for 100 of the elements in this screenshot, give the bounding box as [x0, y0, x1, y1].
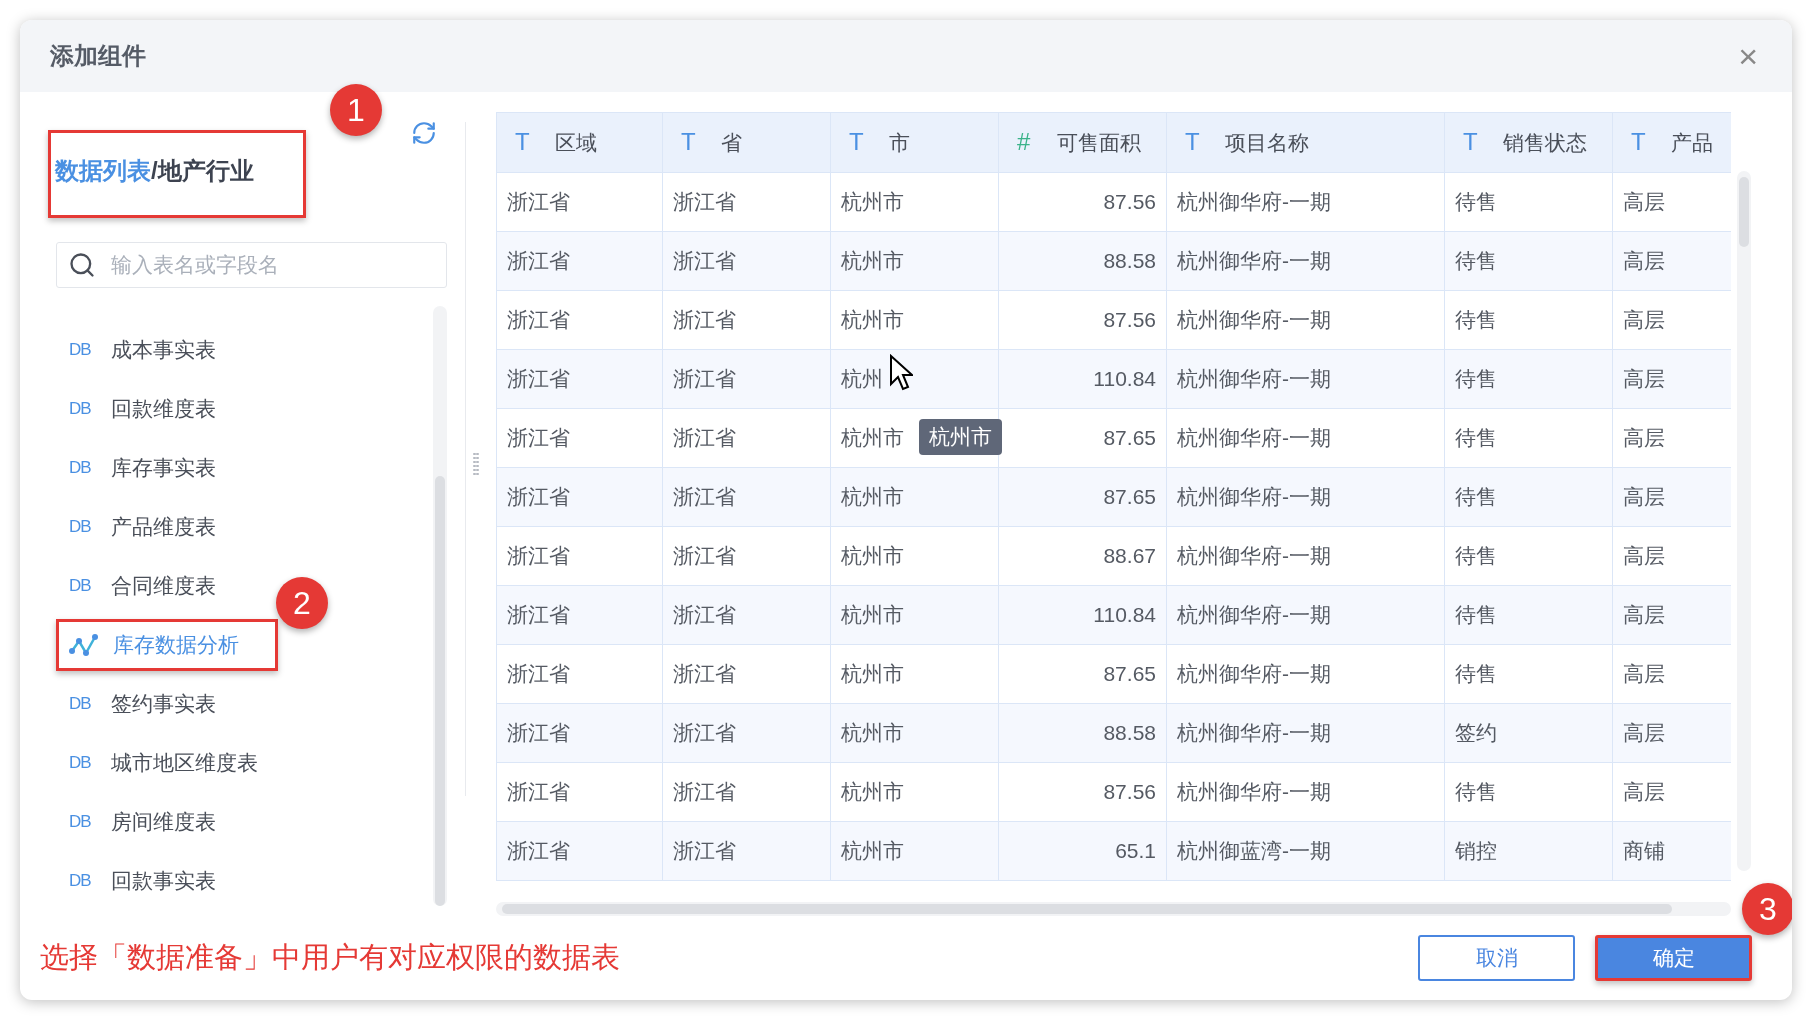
table-cell: 浙江省	[507, 190, 570, 213]
table-cell: 高层	[1623, 662, 1665, 685]
text-type-icon: T	[1631, 128, 1671, 156]
number-type-icon: #	[1017, 128, 1057, 156]
table-cell: 浙江省	[507, 308, 570, 331]
table-cell: 杭州市	[841, 839, 904, 862]
database-icon: DB	[69, 339, 97, 360]
table-cell: 杭州市	[841, 190, 904, 213]
sidebar-item[interactable]: DB 签约事实表	[48, 674, 255, 733]
table-cell: 浙江省	[673, 249, 736, 272]
table-cell: 杭州市	[841, 249, 904, 272]
column-label: 市	[889, 131, 910, 154]
column-header[interactable]: T 区域	[496, 112, 663, 173]
table-cell: 待售	[1455, 367, 1497, 390]
sidebar-item[interactable]: DB 成本事实表	[48, 320, 255, 379]
sidebar-item[interactable]: DB 房间维度表	[48, 792, 255, 851]
table-cell: 待售	[1455, 662, 1497, 685]
table-cell: 高层	[1623, 780, 1665, 803]
table-cell: 浙江省	[673, 426, 736, 449]
table-cell: 杭州市	[841, 721, 904, 744]
line-chart-icon	[69, 632, 99, 657]
table-cell: 杭州市	[841, 662, 904, 685]
table-cell: 杭州市	[841, 485, 904, 508]
table-cell: 高层	[1623, 367, 1665, 390]
table-cell: 高层	[1623, 603, 1665, 626]
text-type-icon: T	[515, 128, 555, 156]
sidebar-item[interactable]: DB 回款事实表	[48, 851, 255, 910]
table-cell: 杭州御华府-一期	[1177, 485, 1331, 508]
database-icon: DB	[69, 811, 97, 832]
search-field[interactable]: 输入表名或字段名	[56, 242, 447, 288]
scrollbar[interactable]	[433, 306, 447, 906]
table-cell: 杭州御华府-一期	[1177, 426, 1331, 449]
table-cell: 待售	[1455, 544, 1497, 567]
table-cell: 高层	[1623, 721, 1665, 744]
table-cell: 高层	[1623, 485, 1665, 508]
step-marker: 1	[330, 84, 382, 136]
sidebar-item[interactable]: DB 产品维度表	[48, 497, 255, 556]
database-icon: DB	[69, 752, 97, 773]
table-cell: 杭州御华府-一期	[1177, 721, 1331, 744]
table-cell: 110.84	[1093, 367, 1156, 390]
table-cell: 浙江省	[507, 367, 570, 390]
sidebar-item[interactable]: DB 城市地区维度表	[48, 733, 297, 792]
table-cell: 杭州市	[841, 603, 904, 626]
database-icon: DB	[69, 516, 97, 537]
table-cell: 待售	[1455, 603, 1497, 626]
column-header[interactable]: T 项目名称	[1166, 112, 1445, 173]
table-cell: 浙江省	[507, 780, 570, 803]
table-cell: 杭州御华府-一期	[1177, 662, 1331, 685]
table-cell: 浙江省	[507, 485, 570, 508]
table-cell: 浙江省	[673, 721, 736, 744]
step-marker: 3	[1742, 883, 1792, 935]
table-cell: 88.67	[1103, 544, 1156, 567]
column-label: 销售状态	[1503, 131, 1587, 154]
column-header[interactable]: # 可售面积	[998, 112, 1167, 173]
table-cell: 杭州御华府-一期	[1177, 190, 1331, 213]
table-cell: 88.58	[1103, 721, 1156, 744]
table-cell: 签约	[1455, 721, 1497, 744]
table-cell: 浙江省	[673, 839, 736, 862]
table-cell: 杭州御华府-一期	[1177, 603, 1331, 626]
database-icon: DB	[69, 693, 97, 714]
table-cell: 87.56	[1103, 190, 1156, 213]
text-type-icon: T	[1463, 128, 1503, 156]
sidebar-item[interactable]: DB 库存事实表	[48, 438, 255, 497]
table-cell: 浙江省	[673, 603, 736, 626]
table-cell: 87.56	[1103, 780, 1156, 803]
database-icon: DB	[69, 398, 97, 419]
table-cell: 浙江省	[507, 426, 570, 449]
column-header[interactable]: T 省	[662, 112, 831, 173]
refresh-icon[interactable]	[411, 120, 437, 146]
table-cell: 87.65	[1103, 426, 1156, 449]
table-cell: 高层	[1623, 426, 1665, 449]
table-cell: 浙江省	[507, 544, 570, 567]
column-header[interactable]: T 产品	[1612, 112, 1731, 173]
drag-handle-icon[interactable]	[473, 452, 479, 476]
cancel-button[interactable]: 取消	[1418, 935, 1575, 981]
table-cell: 浙江省	[507, 721, 570, 744]
scrollbar[interactable]	[1737, 171, 1751, 871]
column-label: 省	[721, 131, 742, 154]
sidebar-item[interactable]: DB 回款维度表	[48, 379, 255, 438]
text-type-icon: T	[849, 128, 889, 156]
column-header[interactable]: T 市	[830, 112, 999, 173]
table-cell: 浙江省	[507, 839, 570, 862]
table-cell: 87.65	[1103, 485, 1156, 508]
table-cell: 杭州御华府-一期	[1177, 249, 1331, 272]
confirm-button[interactable]: 确定	[1595, 935, 1752, 981]
table-cell: 高层	[1623, 190, 1665, 213]
table-cell: 杭州御华府-一期	[1177, 544, 1331, 567]
table-cell: 待售	[1455, 190, 1497, 213]
column-label: 产品	[1671, 131, 1713, 154]
table-cell: 高层	[1623, 308, 1665, 331]
table-cell: 浙江省	[673, 662, 736, 685]
table-cell: 杭州市	[841, 780, 904, 803]
dialog-title: 添加组件	[50, 41, 146, 71]
table-cell: 浙江省	[507, 249, 570, 272]
scrollbar[interactable]	[496, 902, 1731, 916]
step-marker: 2	[276, 577, 328, 629]
column-label: 可售面积	[1057, 131, 1141, 154]
sidebar-item[interactable]: DB 合同维度表	[48, 556, 255, 615]
column-header[interactable]: T 销售状态	[1444, 112, 1613, 173]
text-type-icon: T	[1185, 128, 1225, 156]
